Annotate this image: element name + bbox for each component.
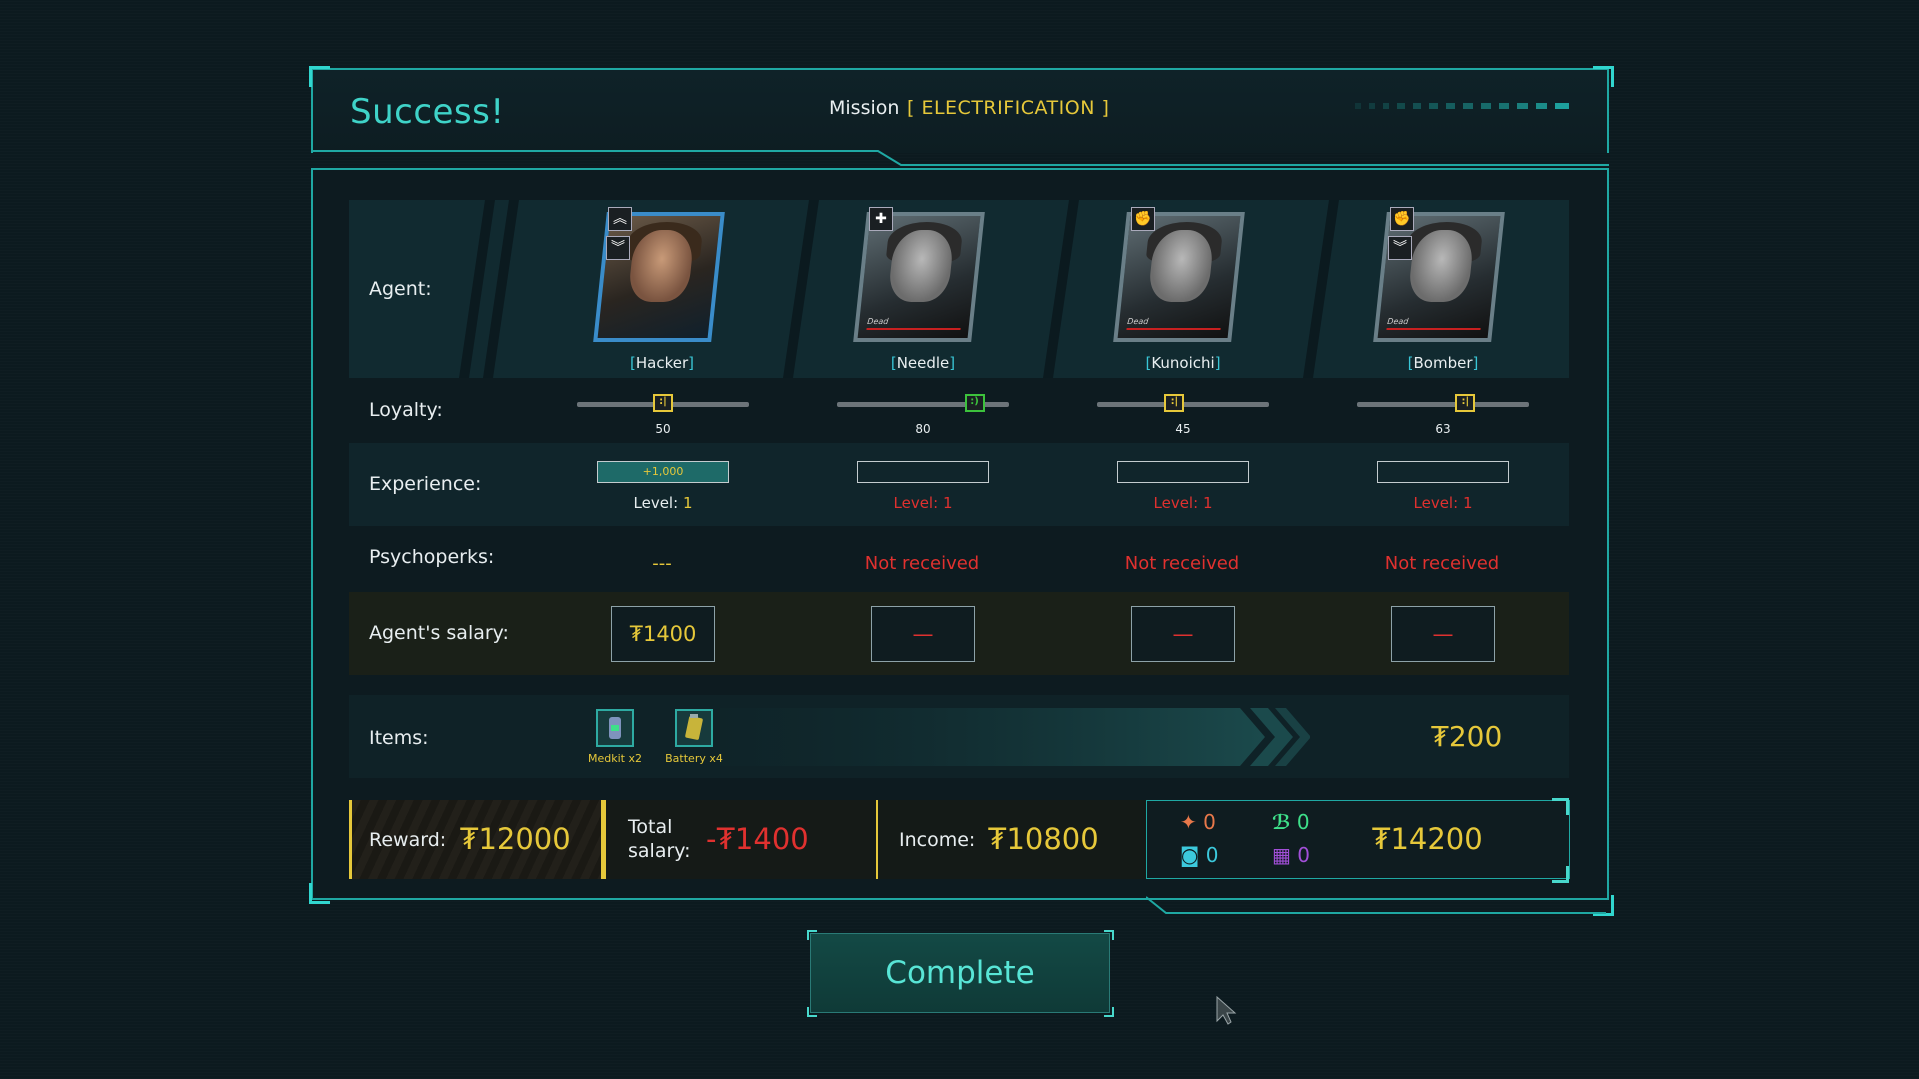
battery-icon[interactable] (675, 709, 713, 747)
dead-label: Dead (1126, 317, 1149, 326)
dead-label: Dead (1386, 317, 1409, 326)
total-value: ₮14200 (1372, 822, 1483, 856)
experience-bar (1117, 461, 1249, 483)
rank-up-icon: ︽ (608, 207, 632, 231)
frame-corner (1104, 930, 1114, 940)
frame-corner (309, 883, 330, 904)
salary-row-label: Agent's salary: (369, 622, 509, 644)
total-salary-label: Total salary: (628, 816, 691, 862)
mouse-cursor-icon (1216, 995, 1237, 1025)
psychoperks-row-label: Psychoperks: (369, 546, 495, 568)
resource-camera: ◙ 0 (1180, 843, 1219, 867)
fist-icon: ✊ (1131, 207, 1155, 231)
biotech-icon: ℬ (1272, 810, 1291, 834)
agent-name-kunoichi: [Kunoichi] (1145, 354, 1221, 372)
experience-row-band (349, 443, 1569, 526)
agent-figure-icon: ✦ (1180, 810, 1197, 834)
resource-chip: ▦ 0 (1272, 843, 1310, 867)
salary-field[interactable]: — (1131, 606, 1235, 662)
agent-portrait-needle[interactable]: Dead (853, 212, 985, 342)
items-row-label: Items: (369, 727, 429, 749)
complete-button[interactable]: Complete (810, 933, 1110, 1013)
experience-bar (1377, 461, 1509, 483)
psychoperks-value: --- (652, 553, 672, 574)
income-value: ₮10800 (988, 822, 1099, 856)
total-salary-value: -₮1400 (706, 822, 809, 856)
salary-field[interactable]: — (871, 606, 975, 662)
agent-level: Level: 1 (1153, 494, 1213, 512)
camera-icon: ◙ (1180, 843, 1200, 867)
reward-value: ₮12000 (460, 822, 571, 856)
frame-corner (1593, 66, 1614, 87)
experience-bar: +1,000 (597, 461, 729, 483)
frame-corner (807, 1007, 817, 1017)
salary-field[interactable]: ₮1400 (611, 606, 715, 662)
mood-face-icon: :| (653, 394, 673, 412)
frame-corner (1104, 1007, 1114, 1017)
medkit-icon[interactable] (596, 709, 634, 747)
frame-corner (1552, 866, 1569, 883)
loyalty-value: 80 (915, 422, 931, 436)
items-arrow-bar (720, 708, 1310, 766)
header-stripe-decoration (1355, 103, 1569, 109)
frame-corner (309, 66, 330, 87)
rank-down-icon: ︾ (606, 236, 630, 260)
frame-corner (807, 930, 817, 940)
loyalty-value: 45 (1175, 422, 1191, 436)
mission-label: Mission (829, 97, 900, 119)
medic-cross-icon: ✚ (869, 207, 893, 231)
agent-level: Level: 1 (633, 494, 693, 512)
agent-row-label: Agent: (369, 278, 432, 300)
mood-face-icon: :) (964, 394, 985, 412)
fist-icon: ✊ (1390, 207, 1414, 231)
mood-face-icon: :| (1164, 394, 1185, 412)
agent-portrait-kunoichi[interactable]: Dead (1113, 212, 1245, 342)
agent-portrait-bomber[interactable]: Dead (1373, 212, 1505, 342)
psychoperks-value: Not received (864, 553, 980, 574)
experience-row-label: Experience: (369, 473, 482, 495)
items-value: ₮200 (1431, 720, 1503, 753)
resource-agents: ✦ 0 (1180, 810, 1216, 834)
chip-icon: ▦ (1272, 843, 1291, 867)
agent-name-bomber: [Bomber] (1407, 354, 1479, 372)
agent-level: Level: 1 (893, 494, 953, 512)
mission-name: [ ELECTRIFICATION ] (907, 97, 1110, 119)
agent-level: Level: 1 (1413, 494, 1473, 512)
dead-label: Dead (866, 317, 889, 326)
header-bottom-edge (311, 150, 1609, 166)
rank-down-icon: ︾ (1388, 236, 1412, 260)
agent-name-needle: [Needle] (890, 354, 956, 372)
loyalty-value: 63 (1435, 422, 1451, 436)
loyalty-value: 50 (655, 422, 671, 436)
panel-bottom-edge (1146, 896, 1606, 914)
resource-biotech: ℬ 0 (1272, 810, 1310, 834)
item-label: Medkit x2 (588, 752, 642, 765)
reward-label: Reward: (369, 829, 447, 851)
salary-field[interactable]: — (1391, 606, 1495, 662)
item-label: Battery x4 (665, 752, 723, 765)
loyalty-bar (1357, 402, 1529, 407)
page-title: Success! (350, 92, 505, 132)
agent-portrait-hacker[interactable] (593, 212, 725, 342)
income-label: Income: (899, 829, 976, 851)
psychoperks-value: Not received (1124, 553, 1240, 574)
agent-name-hacker: [Hacker] (630, 354, 694, 372)
frame-corner (1552, 798, 1569, 815)
mood-face-icon: :| (1455, 394, 1476, 412)
loyalty-row-label: Loyalty: (369, 399, 443, 421)
experience-bar (857, 461, 989, 483)
psychoperks-value: Not received (1384, 553, 1500, 574)
